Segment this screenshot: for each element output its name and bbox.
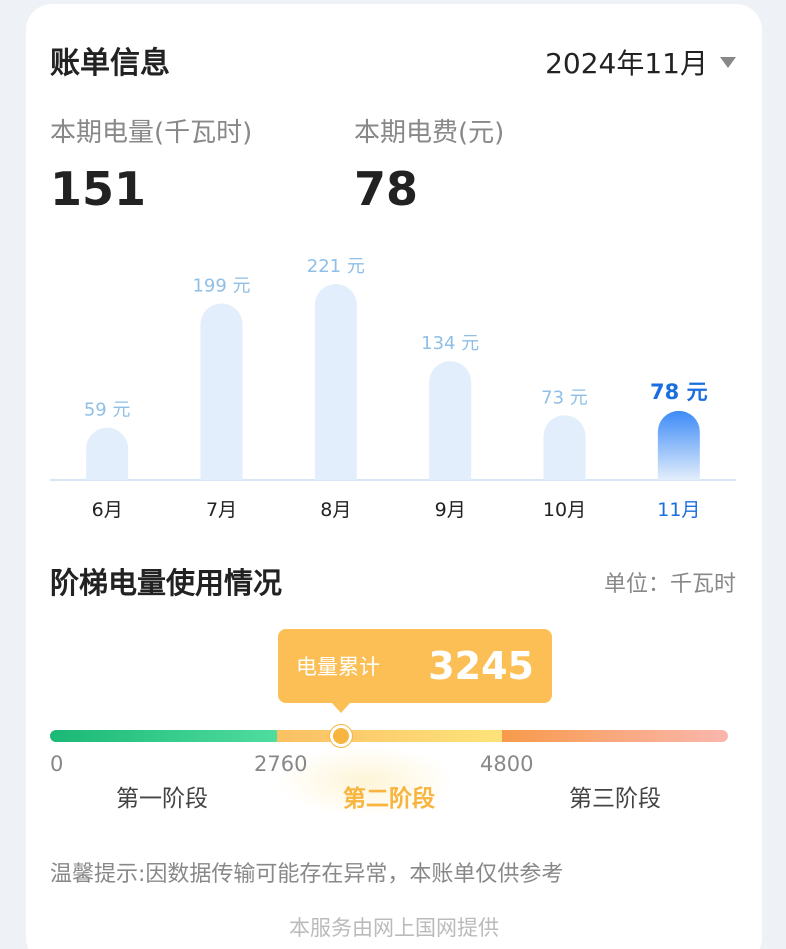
usage-label: 本期电量(千瓦时) — [50, 118, 253, 148]
tier-segment-3 — [502, 730, 728, 742]
unit-label: 单位：千瓦时 — [603, 572, 736, 597]
bar-value-label-1: 199 元 — [192, 276, 250, 297]
tier-tick-0: 0 — [50, 752, 64, 776]
fee-value: 78 — [354, 162, 419, 216]
tier-segment-1 — [50, 730, 277, 742]
usage-value: 151 — [50, 162, 147, 216]
bar-3 — [429, 361, 472, 480]
x-tick-label-0: 6月 — [92, 499, 123, 521]
bar-value-label-5: 78 元 — [650, 380, 708, 404]
bar-5 — [657, 410, 700, 480]
stage-1-label: 第一阶段 — [116, 786, 208, 812]
tier-segment-2 — [277, 730, 502, 742]
bar-1 — [200, 303, 243, 480]
bar-value-label-3: 134 元 — [421, 333, 479, 354]
tooltip-label: 电量累计 — [296, 655, 380, 679]
notice-text: 温馨提示:因数据传输可能存在异常，本账单仅供参考 — [50, 862, 564, 887]
bar-value-label-4: 73 元 — [541, 387, 588, 408]
x-tick-label-3: 9月 — [435, 499, 466, 521]
x-tick-label-2: 8月 — [320, 499, 351, 521]
bill-card: 账单信息 2024年11月 本期电量(千瓦时) 151 本期电费(元) 78 5… — [26, 4, 762, 949]
x-tick-label-5: 11月 — [657, 499, 700, 521]
tier-section-title: 阶梯电量使用情况 — [50, 566, 283, 600]
tooltip-pointer — [332, 703, 350, 713]
bar-4 — [543, 415, 586, 480]
tooltip-value: 3245 — [428, 644, 534, 688]
caret-down-icon — [720, 56, 736, 68]
stage-2-label: 第二阶段 — [343, 786, 435, 812]
month-value: 2024年11月 — [545, 47, 708, 80]
footer-text: 本服务由网上国网提供 — [289, 916, 499, 940]
bar-value-label-0: 59 元 — [84, 400, 131, 421]
x-tick-label-1: 7月 — [206, 499, 237, 521]
bar-value-label-2: 221 元 — [307, 256, 365, 277]
stage-3-label: 第三阶段 — [569, 786, 661, 812]
tier-tick-2: 4800 — [480, 752, 534, 776]
bar-2 — [314, 284, 357, 480]
tier-tick-1: 2760 — [254, 752, 308, 776]
month-picker[interactable]: 2024年11月 — [545, 42, 736, 82]
usage-tooltip: 电量累计 3245 — [278, 629, 552, 703]
monthly-fee-chart: 59 元 6月 199 元 7月 221 元 8月 134 元 9月 73 元 10月 78 元 11… — [50, 256, 736, 521]
bar-0 — [86, 427, 129, 480]
fee-label: 本期电费(元) — [354, 118, 505, 148]
tier-progress-bar — [50, 730, 728, 742]
x-tick-label-4: 10月 — [543, 499, 586, 521]
card-title: 账单信息 — [50, 46, 170, 81]
usage-marker — [330, 725, 352, 747]
